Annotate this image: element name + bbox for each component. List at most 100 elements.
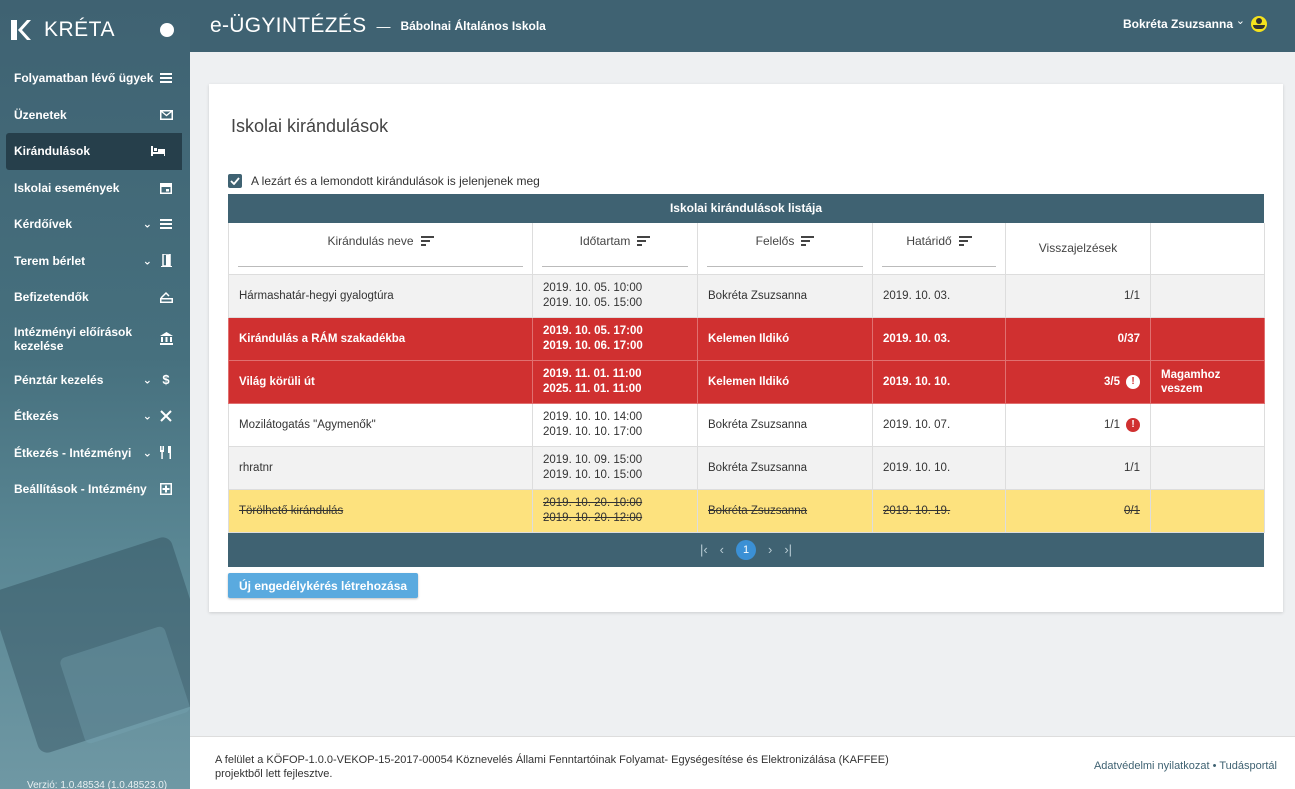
- sidebar-item-label: Pénztár kezelés: [14, 372, 104, 387]
- column-header-duration[interactable]: Időtartam: [532, 223, 698, 275]
- last-page-icon[interactable]: ›|: [784, 542, 792, 557]
- filter-underline[interactable]: [238, 265, 523, 267]
- trip-feedback: 1/1!: [1005, 402, 1151, 447]
- sidebar-item-etkezes[interactable]: Étkezés ⌄: [0, 398, 190, 435]
- trip-action: [1150, 488, 1265, 533]
- sidebar-item-label: Étkezés - Intézményi: [14, 445, 132, 460]
- sidebar-item-kirandulasok[interactable]: Kirándulások: [6, 133, 182, 170]
- first-page-icon[interactable]: |‹: [700, 542, 708, 557]
- trip-end: 2019. 10. 10. 17:00: [543, 425, 643, 438]
- new-request-button[interactable]: Új engedélykérés létrehozása: [228, 573, 419, 598]
- trip-action: [1150, 402, 1265, 447]
- filter-underline[interactable]: [542, 265, 688, 267]
- trips-table: Iskolai kirándulások listája Kirándulás …: [228, 194, 1265, 567]
- trip-deadline: 2019. 10. 10.: [872, 359, 1006, 404]
- table-row[interactable]: Törölhető kirándulás 2019. 10. 20. 10:00…: [228, 488, 1265, 533]
- sort-icon[interactable]: [801, 236, 815, 246]
- footer-links: Adatvédelmi nyilatkozat • Tudásportál: [1094, 760, 1277, 772]
- cutlery-icon: [159, 409, 173, 423]
- trip-duration: 2019. 10. 05. 17:00 2019. 10. 06. 17:00: [532, 316, 698, 361]
- page-button-current[interactable]: 1: [736, 539, 756, 560]
- sidebar-item-uzenetek[interactable]: Üzenetek: [0, 97, 190, 134]
- trip-start: 2019. 10. 05. 17:00: [543, 324, 643, 337]
- trip-name: Kirándulás a RÁM szakadékba: [228, 316, 533, 361]
- sidebar-item-iskolai-esemenyek[interactable]: Iskolai események: [0, 170, 190, 207]
- payment-icon: [159, 290, 173, 304]
- feedback-count: 1/1: [1124, 461, 1140, 474]
- sidebar-item-label: Intézményi előírások kezelése: [14, 324, 133, 353]
- sidebar-item-label: Beállítások - Intézmény: [14, 482, 147, 497]
- app-title: e-ÜGYINTÉZÉS: [210, 14, 367, 37]
- dollar-icon: $: [162, 372, 170, 388]
- sidebar-item-beallitasok-intezmeny[interactable]: Beállítások - Intézmény: [0, 471, 190, 508]
- warning-icon: !: [1126, 374, 1140, 389]
- sidebar-item-folyamatban[interactable]: Folyamatban lévő ügyek: [0, 60, 190, 97]
- show-closed-checkbox[interactable]: A lezárt és a lemondott kirándulások is …: [228, 174, 540, 188]
- sidebar-item-penztar-kezeles[interactable]: Pénztár kezelés ⌄ $: [0, 362, 190, 399]
- take-over-link[interactable]: Magamhoz veszem: [1150, 359, 1265, 404]
- chevron-down-icon[interactable]: ⌄: [1236, 14, 1245, 27]
- table-caption: Iskolai kirándulások listája: [228, 194, 1264, 223]
- table-row[interactable]: Világ körüli út 2019. 11. 01. 11:00 2025.…: [228, 359, 1265, 404]
- trip-end: 2025. 11. 01. 11:00: [543, 382, 642, 395]
- sidebar: KRÉTA Folyamatban lévő ügyek Üzenetek Ki…: [0, 0, 190, 789]
- school-name: Bábolnai Általános Iskola: [400, 19, 546, 33]
- trip-end: 2019. 10. 10. 15:00: [543, 468, 643, 481]
- sidebar-item-label: Étkezés: [14, 409, 59, 424]
- checkbox-checked-icon[interactable]: [228, 174, 242, 188]
- list-icon: [159, 217, 173, 231]
- calendar-icon: [159, 181, 173, 195]
- sidebar-item-kerdoivek[interactable]: Kérdőívek ⌄: [0, 206, 190, 243]
- brand-title: KRÉTA: [44, 18, 115, 41]
- sidebar-item-intezmenyi-eloirasok[interactable]: Intézményi előírások kezelése: [0, 316, 190, 362]
- sidebar-item-etkezes-intezmenyi[interactable]: Étkezés - Intézményi ⌄: [0, 435, 190, 472]
- trip-deadline: 2019. 10. 03.: [872, 316, 1006, 361]
- column-header-feedback: Visszajelzések: [1005, 223, 1151, 275]
- accessibility-icon[interactable]: [1251, 16, 1267, 32]
- prev-page-icon[interactable]: ‹: [720, 542, 724, 557]
- table-row[interactable]: rhratnr 2019. 10. 09. 15:00 2019. 10. 10.…: [228, 445, 1265, 490]
- trip-deadline: 2019. 10. 03.: [872, 273, 1006, 318]
- chevron-down-icon: ⌄: [142, 447, 152, 460]
- privacy-link[interactable]: Adatvédelmi nyilatkozat: [1094, 760, 1210, 772]
- menu-toggle-icon[interactable]: [160, 23, 174, 37]
- column-header-deadline[interactable]: Határidő: [872, 223, 1006, 275]
- sidebar-item-label: Iskolai események: [14, 180, 120, 195]
- sort-icon[interactable]: [420, 236, 434, 246]
- user-menu[interactable]: Bokréta Zsuzsanna: [1123, 17, 1233, 31]
- filter-underline[interactable]: [707, 265, 863, 267]
- fork-knife-icon: [159, 446, 173, 460]
- trip-start: 2019. 10. 20. 10:00: [543, 496, 643, 509]
- table-row[interactable]: Mozilátogatás "Agymenők" 2019. 10. 10. 1…: [228, 402, 1265, 447]
- trip-owner: Bokréta Zsuzsanna: [697, 402, 873, 447]
- column-label: Kirándulás neve: [327, 234, 414, 248]
- trip-feedback: 0/1: [1005, 488, 1151, 533]
- chevron-down-icon: ⌄: [142, 255, 152, 268]
- column-label: Időtartam: [579, 234, 631, 248]
- chevron-down-icon: ⌄: [142, 410, 152, 423]
- sidebar-item-befizetendok[interactable]: Befizetendők: [0, 279, 190, 316]
- trip-owner: Bokréta Zsuzsanna: [697, 488, 873, 533]
- table-row[interactable]: Hármashatár-hegyi gyalogtúra 2019. 10. 0…: [228, 273, 1265, 318]
- table-row[interactable]: Kirándulás a RÁM szakadékba 2019. 10. 05…: [228, 316, 1265, 361]
- trip-end: 2019. 10. 20. 12:00: [543, 511, 643, 524]
- trip-owner: Kelemen Ildikó: [697, 359, 873, 404]
- sort-icon[interactable]: [637, 236, 651, 246]
- trip-feedback: 0/37: [1005, 316, 1151, 361]
- column-header-owner[interactable]: Felelős: [697, 223, 873, 275]
- sidebar-item-label: Kérdőívek: [14, 217, 73, 232]
- brand[interactable]: KRÉTA: [0, 0, 190, 60]
- sidebar-item-terem-berlet[interactable]: Terem bérlet ⌄: [0, 243, 190, 280]
- filter-underline[interactable]: [882, 265, 996, 267]
- trip-owner: Bokréta Zsuzsanna: [697, 445, 873, 490]
- next-page-icon[interactable]: ›: [768, 542, 772, 557]
- trip-name: rhratnr: [228, 445, 533, 490]
- sidebar-nav: Folyamatban lévő ügyek Üzenetek Kirándul…: [0, 60, 190, 508]
- column-header-name[interactable]: Kirándulás neve: [228, 223, 533, 275]
- trip-start: 2019. 10. 09. 15:00: [543, 453, 643, 466]
- trip-duration: 2019. 10. 20. 10:00 2019. 10. 20. 12:00: [532, 488, 698, 533]
- trip-duration: 2019. 10. 10. 14:00 2019. 10. 10. 17:00: [532, 402, 698, 447]
- sort-icon[interactable]: [958, 236, 972, 246]
- knowledge-portal-link[interactable]: Tudásportál: [1219, 760, 1277, 772]
- list-icon: [159, 71, 173, 85]
